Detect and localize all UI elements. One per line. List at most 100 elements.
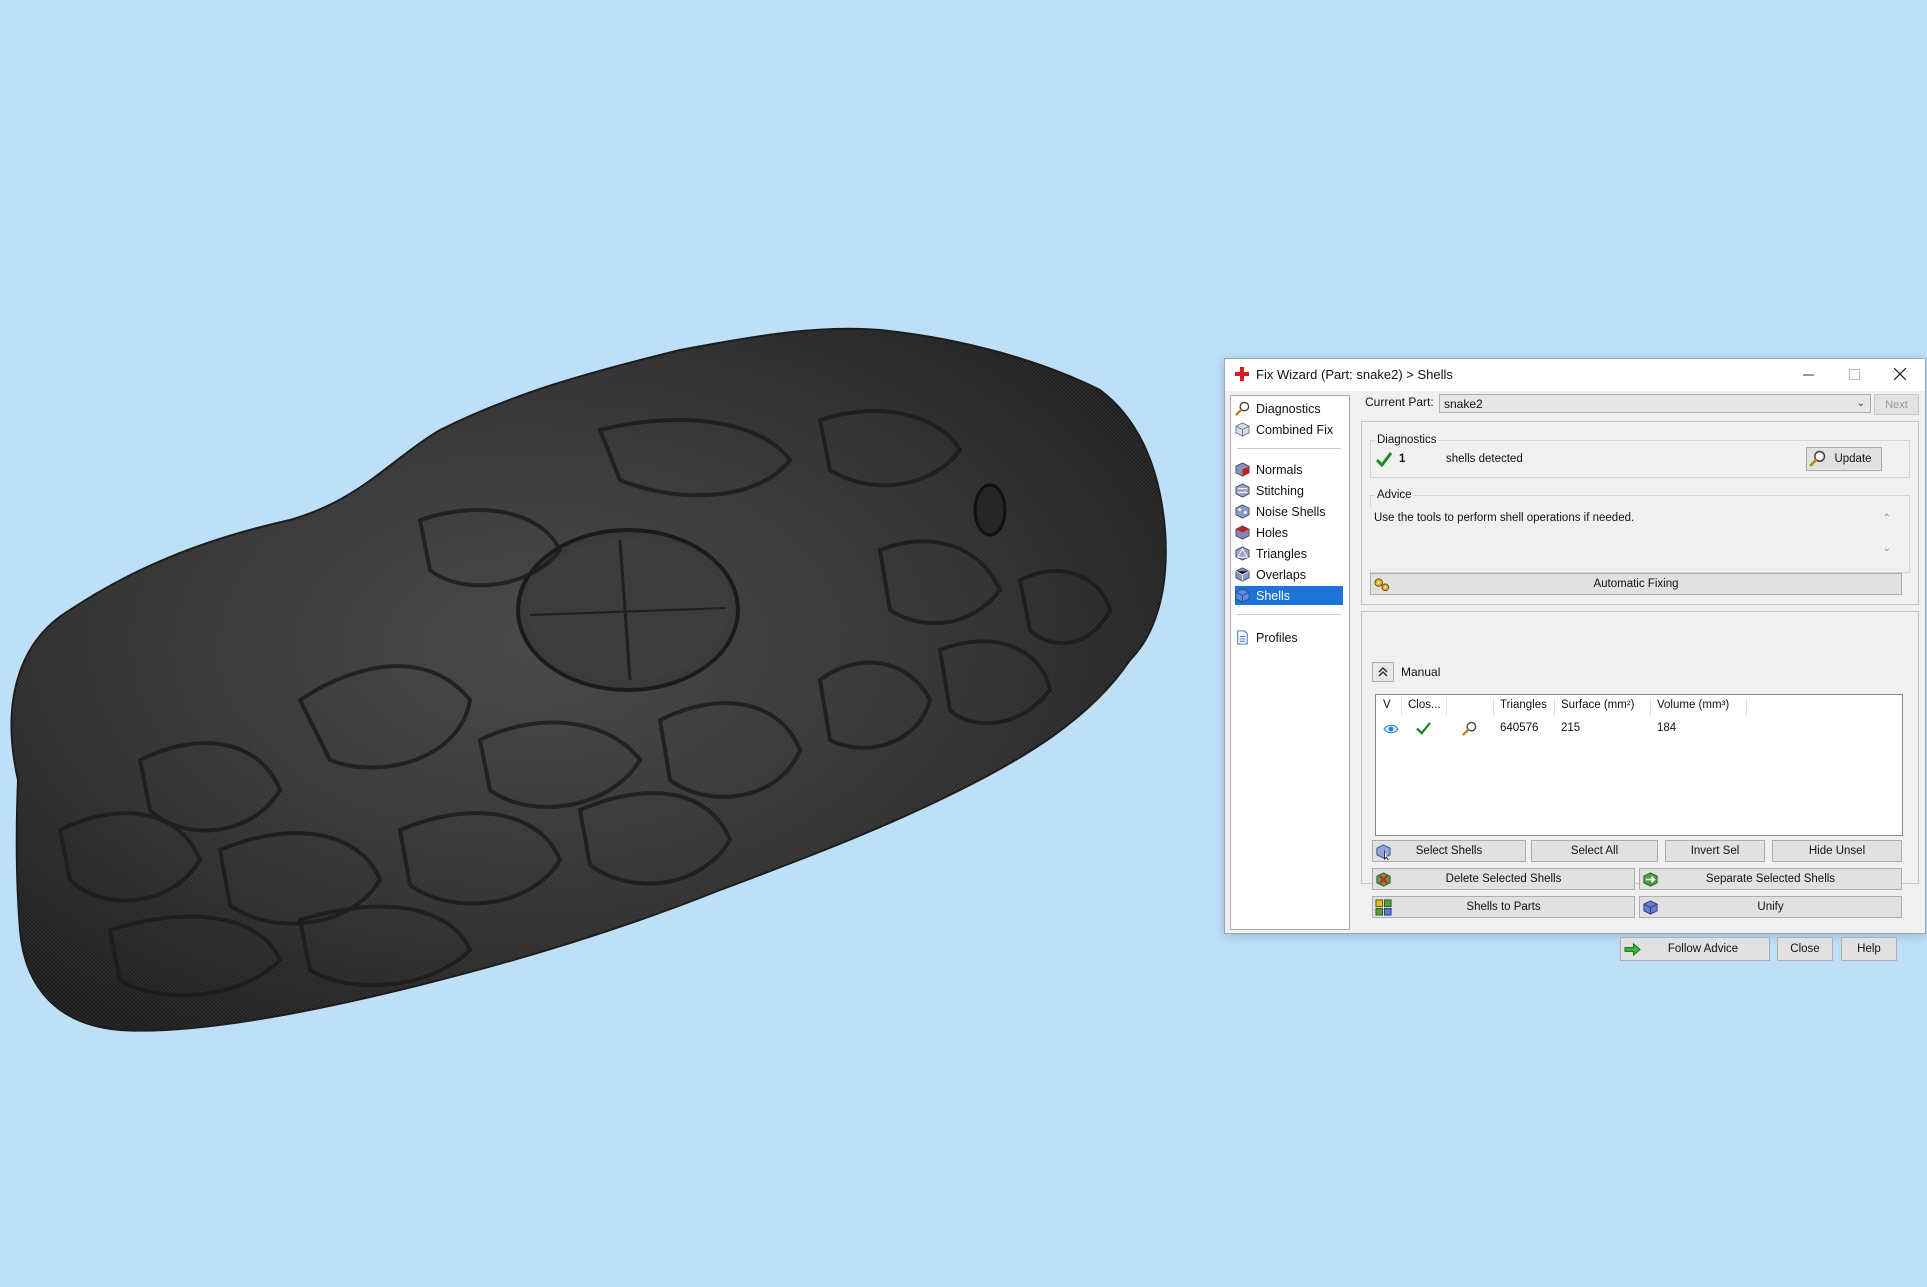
column-divider [1446,698,1447,716]
advice-group-label: Advice [1375,489,1414,501]
cell-surface: 215 [1561,722,1581,734]
document-icon [1237,630,1248,645]
delete-shells-icon [1376,872,1391,887]
manual-label: Manual [1401,665,1441,679]
invert-selection-button[interactable]: Invert Sel [1665,840,1765,862]
magnifier-icon[interactable] [1462,721,1477,736]
nav-item-normals[interactable]: Normals [1235,460,1343,479]
eye-icon[interactable] [1383,724,1399,734]
unify-button[interactable]: Unify [1639,896,1902,918]
select-shells-icon [1376,844,1391,860]
nav-item-noise-shells[interactable]: Noise Shells [1235,502,1343,521]
separate-shells-icon [1643,872,1658,887]
nav-item-overlaps[interactable]: Overlaps [1235,565,1343,584]
nav-item-combined-fix[interactable]: Combined Fix [1235,420,1343,439]
close-button[interactable]: Close [1777,937,1833,961]
next-button[interactable]: Next [1874,394,1919,415]
nav-label: Holes [1256,525,1288,540]
nav-label: Diagnostics [1256,401,1321,416]
diagnostics-text: shells detected [1446,453,1523,465]
current-part-label: Current Part: [1365,395,1434,409]
minimize-icon [1802,374,1814,375]
column-header-volume[interactable]: Volume (mm³) [1657,699,1729,711]
stitching-cube-icon [1235,483,1250,498]
update-label: Update [1834,453,1872,465]
nav-item-diagnostics[interactable]: Diagnostics [1235,399,1343,418]
nav-item-stitching[interactable]: Stitching [1235,481,1343,500]
wizard-client-area: Diagnostics Combined Fix Normals Stitchi… [1225,391,1925,961]
double-chevron-up-icon [1378,667,1388,677]
table-row[interactable]: 640576 215 184 [1376,717,1902,739]
follow-advice-button[interactable]: Follow Advice [1620,937,1770,961]
nav-item-holes[interactable]: Holes [1235,523,1343,542]
column-header-surface[interactable]: Surface (mm²) [1561,699,1634,711]
cube-icon [1235,422,1250,437]
delete-selected-label: Delete Selected Shells [1445,873,1562,885]
collapse-manual-button[interactable] [1372,662,1394,682]
current-part-dropdown[interactable]: snake2 ⌄ [1439,394,1871,413]
hide-unselected-button[interactable]: Hide Unsel [1772,840,1902,862]
column-header-visible[interactable]: V [1383,699,1391,711]
nav-label: Shells [1256,588,1291,603]
shells-to-parts-label: Shells to Parts [1466,901,1541,913]
shells-to-parts-icon [1375,899,1392,916]
cell-volume: 184 [1657,722,1677,734]
nav-label: Profiles [1256,630,1298,645]
scroll-down-icon[interactable]: ⌄ [1883,543,1891,554]
advice-text: Use the tools to perform shell operation… [1374,512,1635,524]
separate-selected-label: Separate Selected Shells [1705,873,1836,885]
check-icon [1376,452,1392,467]
column-header-triangles[interactable]: Triangles [1500,699,1547,711]
nav-label: Noise Shells [1256,504,1326,519]
snake-head-model[interactable] [0,0,1180,1060]
scroll-up-icon[interactable]: ⌃ [1883,513,1891,524]
shells-to-parts-button[interactable]: Shells to Parts [1372,896,1635,918]
select-all-button[interactable]: Select All [1531,840,1658,862]
help-button[interactable]: Help [1841,937,1897,961]
nav-label: Overlaps [1256,567,1307,582]
maximize-icon [1848,368,1860,380]
window-title: Fix Wizard (Part: snake2) > Shells [1256,367,1453,382]
unify-icon [1643,900,1658,915]
column-divider [1650,698,1651,716]
maximize-button[interactable] [1831,359,1877,389]
fix-wizard-window: Fix Wizard (Part: snake2) > Shells Diagn… [1224,358,1926,961]
close-icon [1894,368,1906,380]
follow-advice-label: Follow Advice [1667,943,1739,955]
minimize-button[interactable] [1785,359,1831,389]
nav-item-shells[interactable]: Shells [1235,586,1343,605]
nav-label: Triangles [1256,546,1307,561]
magnifier-icon [1235,401,1250,416]
diagnostics-group-label: Diagnostics [1375,434,1439,446]
chevron-down-icon: ⌄ [1856,398,1865,409]
nav-separator [1237,448,1341,449]
column-divider [1401,698,1402,716]
update-button[interactable]: Update [1806,447,1882,471]
select-shells-button[interactable]: Select Shells [1372,840,1526,862]
arrow-right-icon [1624,942,1641,957]
column-divider [1746,698,1747,716]
nav-item-profiles[interactable]: Profiles [1235,628,1343,647]
nav-item-triangles[interactable]: Triangles [1235,544,1343,563]
nav-label: Stitching [1256,483,1304,498]
close-window-button[interactable] [1877,359,1923,389]
column-divider [1493,698,1494,716]
automatic-fixing-button[interactable]: Automatic Fixing [1370,573,1902,595]
delete-selected-shells-button[interactable]: Delete Selected Shells [1372,868,1635,890]
title-bar[interactable]: Fix Wizard (Part: snake2) > Shells [1225,359,1925,391]
shell-count: 1 [1399,453,1406,465]
advice-textbox[interactable]: Use the tools to perform shell operation… [1369,507,1897,569]
nav-label: Normals [1256,462,1303,477]
column-header-closed[interactable]: Clos... [1408,699,1441,711]
gears-icon [1374,578,1390,592]
nav-label: Combined Fix [1256,422,1334,437]
separate-selected-shells-button[interactable]: Separate Selected Shells [1639,868,1902,890]
magnifier-icon [1809,450,1826,467]
select-shells-label: Select Shells [1415,845,1483,857]
holes-cube-icon [1235,525,1250,540]
wizard-navigation: Diagnostics Combined Fix Normals Stitchi… [1230,395,1350,930]
shells-cube-icon [1235,588,1250,603]
red-cross-icon [1235,367,1249,381]
cell-triangles: 640576 [1500,722,1539,734]
shells-table[interactable]: V Clos... Triangles Surface (mm²) Volume… [1375,694,1903,836]
